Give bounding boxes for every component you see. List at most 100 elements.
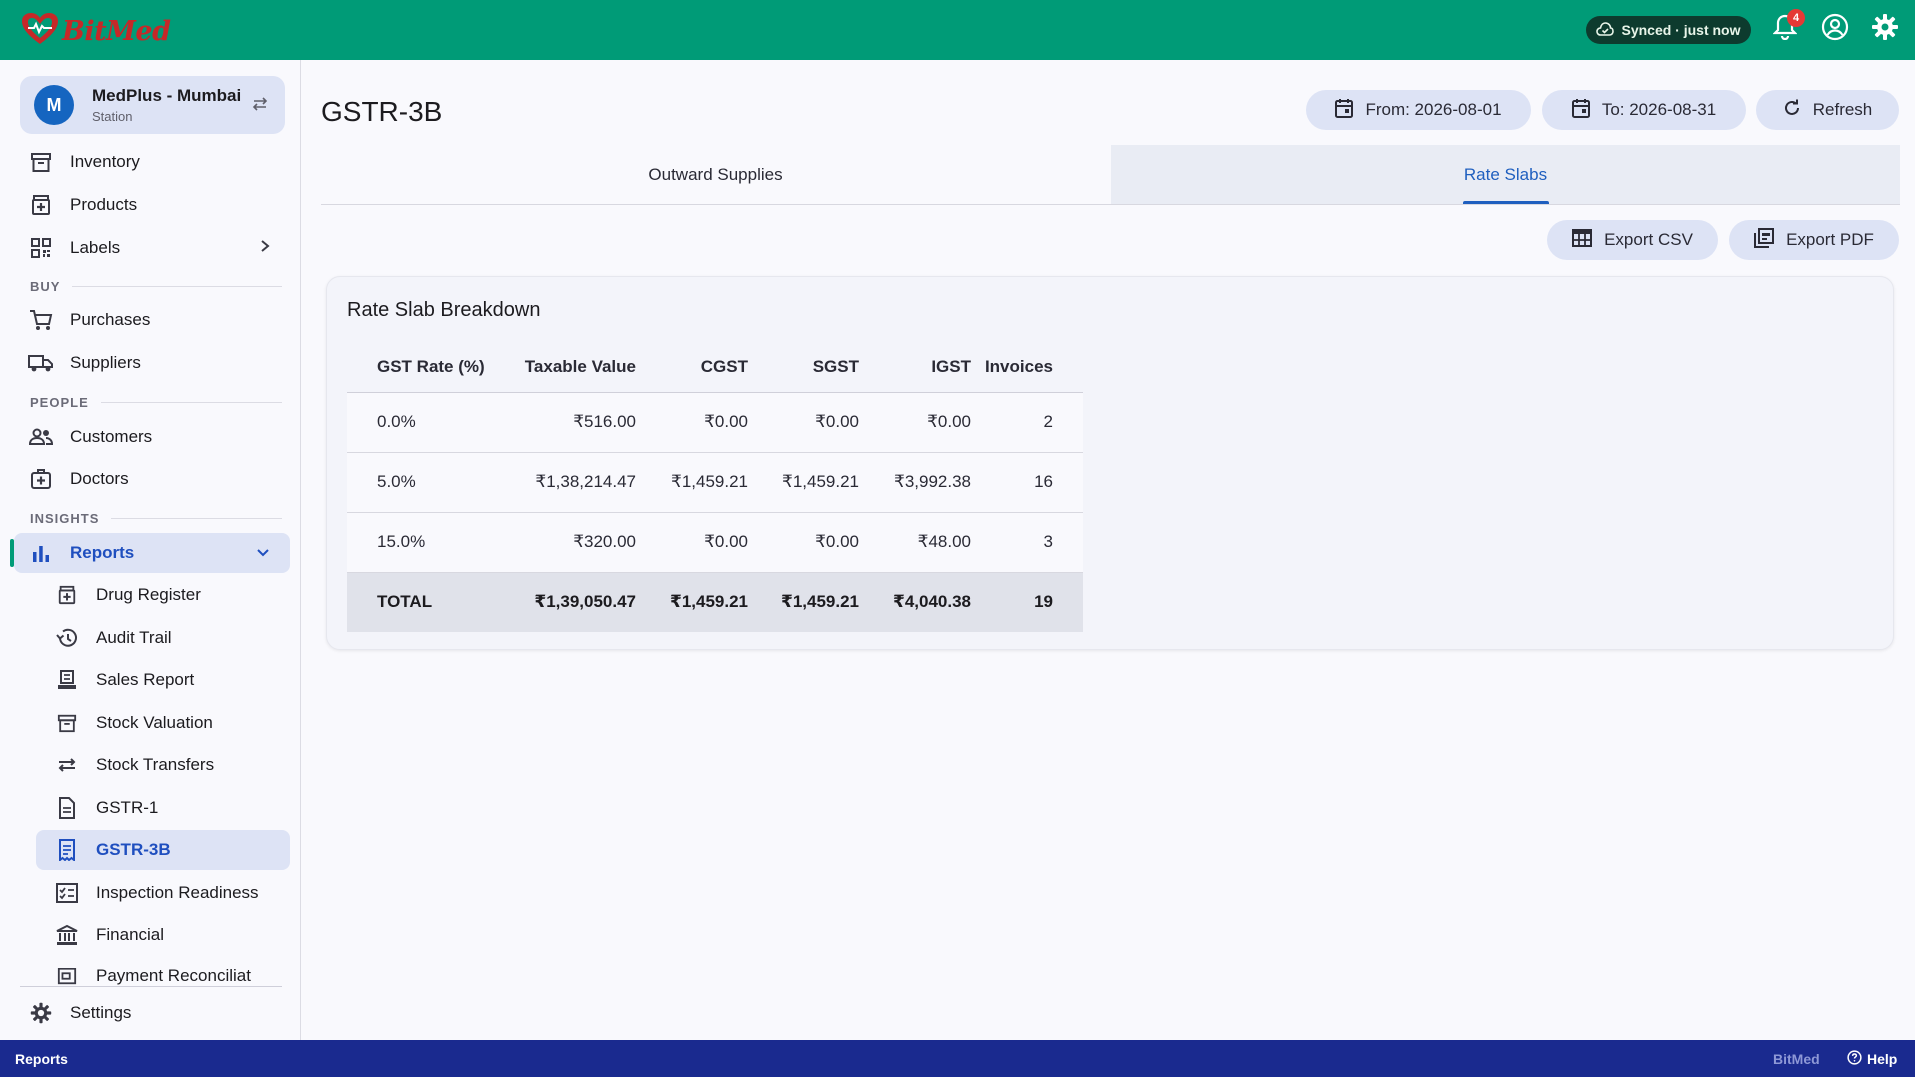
bank-icon [54, 922, 80, 948]
column-header[interactable]: CGST [636, 342, 748, 393]
sync-status-text: Synced · just now [1621, 22, 1741, 38]
app-name: BitMed [62, 16, 171, 47]
app-logo[interactable]: BitMed [20, 12, 171, 51]
rate-slab-card: Rate Slab Breakdown GST Rate (%) Taxable… [326, 276, 1894, 650]
status-footer: Reports BitMed Help [0, 1040, 1915, 1077]
sidebar-item-labels[interactable]: Labels [20, 228, 290, 268]
sidebar-item-label: Products [70, 195, 138, 214]
sidebar-item-label: GSTR-3B [96, 840, 171, 859]
table-cell: ₹1,38,214.47 [498, 452, 636, 513]
sidebar-item-financial[interactable]: Financial [36, 915, 290, 955]
sidebar-item-label: Settings [70, 1003, 132, 1022]
column-header[interactable]: SGST [748, 342, 859, 393]
table-cell: ₹0.00 [748, 512, 859, 573]
sidebar-item-label: Stock Transfers [96, 755, 215, 774]
bar-chart-icon [28, 540, 54, 566]
table-cell: ₹1,459.21 [748, 572, 859, 632]
page-title: GSTR-3B [321, 96, 443, 127]
rate-slab-table: GST Rate (%) Taxable Value CGST SGST IGS… [347, 342, 1083, 632]
export-csv-button[interactable]: Export CSV [1547, 220, 1718, 260]
sidebar-item-inventory[interactable]: Inventory [20, 142, 290, 182]
sidebar-item-label: Stock Valuation [96, 713, 213, 732]
table-cell: ₹0.00 [636, 512, 748, 573]
export-pdf-button[interactable]: Export PDF [1729, 220, 1899, 260]
sidebar-item-customers[interactable]: Customers [20, 417, 290, 457]
table-cell: 0.0% [347, 392, 498, 453]
sidebar-item-audit-trail[interactable]: Audit Trail [36, 618, 290, 658]
table-cell: 5.0% [347, 452, 498, 513]
sidebar-item-gstr-3b[interactable]: GSTR-3B [36, 830, 290, 870]
sidebar-item-label: Inventory [70, 152, 140, 171]
gear-icon [1871, 13, 1899, 46]
sidebar-item-drug-register[interactable]: Drug Register [36, 575, 290, 615]
column-header[interactable]: Invoices [971, 342, 1083, 393]
section-header-buy: BUY [30, 279, 282, 294]
sidebar-item-purchases[interactable]: Purchases [20, 300, 290, 340]
refresh-button[interactable]: Refresh [1756, 90, 1899, 130]
sidebar-item-label: Reports [70, 543, 135, 562]
column-header[interactable]: Taxable Value [498, 342, 636, 393]
to-date-button[interactable]: To: 2026-08-31 [1542, 90, 1746, 130]
tab-outward-supplies[interactable]: Outward Supplies [321, 145, 1110, 204]
table-cell: ₹1,459.21 [748, 452, 859, 513]
archive-box-icon [28, 149, 54, 175]
table-cell: ₹0.00 [859, 392, 971, 453]
sidebar-item-label: Payment Reconciliat [96, 968, 251, 985]
sidebar-item-settings[interactable]: Settings [20, 993, 290, 1033]
swap-arrows-icon [54, 752, 80, 778]
calendar-icon [1335, 98, 1354, 123]
sidebar-item-label: Doctors [70, 469, 129, 488]
sidebar-item-suppliers[interactable]: Suppliers [20, 343, 290, 383]
table-cell: 2 [971, 392, 1083, 453]
from-date-button[interactable]: From: 2026-08-01 [1306, 90, 1531, 130]
people-icon [28, 424, 54, 450]
table-cell: ₹1,459.21 [636, 452, 748, 513]
sidebar-item-payment-reconciliation[interactable]: Payment Reconciliat [36, 968, 290, 985]
refresh-icon [1783, 99, 1801, 122]
station-avatar: M [34, 85, 74, 125]
sidebar-item-sales-report[interactable]: Sales Report [36, 660, 290, 700]
sidebar-item-label: Drug Register [96, 585, 201, 604]
column-header[interactable]: GST Rate (%) [347, 342, 498, 393]
table-cell: ₹48.00 [859, 512, 971, 573]
table-cell: ₹516.00 [498, 392, 636, 453]
table-cell: ₹1,459.21 [636, 572, 748, 632]
help-button[interactable]: Help [1847, 1049, 1897, 1068]
settings-top-button[interactable] [1870, 13, 1900, 46]
sidebar-item-products[interactable]: Products [20, 185, 290, 225]
footer-section-label: Reports [15, 1050, 68, 1067]
account-circle-icon [1821, 13, 1849, 46]
calendar-icon [1571, 98, 1590, 123]
card-title: Rate Slab Breakdown [347, 299, 541, 321]
sidebar-item-label: Suppliers [70, 353, 141, 372]
document-icon [54, 795, 80, 821]
sidebar-item-label: Audit Trail [96, 628, 172, 647]
station-switcher[interactable]: M MedPlus - Mumbai Station [20, 76, 285, 134]
sidebar-item-stock-transfers[interactable]: Stock Transfers [36, 745, 290, 785]
table-row: 15.0% ₹320.00 ₹0.00 ₹0.00 ₹48.00 3 [347, 512, 1083, 573]
station-name: MedPlus - Mumbai [92, 86, 242, 105]
sidebar-scroll-clip: Payment Reconciliat [0, 968, 300, 985]
sidebar-item-inspection-readiness[interactable]: Inspection Readiness [36, 873, 290, 913]
table-cell: ₹0.00 [748, 392, 859, 453]
sidebar-item-reports[interactable]: Reports [14, 533, 290, 573]
swap-horiz-icon [251, 96, 269, 117]
table-icon [1572, 228, 1593, 252]
notifications-button[interactable]: 4 [1770, 9, 1805, 44]
tab-rate-slabs[interactable]: Rate Slabs [1111, 145, 1900, 204]
receipt-long-icon [54, 837, 80, 863]
column-header[interactable]: IGST [859, 342, 971, 393]
section-header-people: PEOPLE [30, 395, 282, 410]
sidebar-item-label: Sales Report [96, 670, 195, 689]
station-role: Station [92, 109, 133, 124]
qr-code-icon [28, 235, 54, 261]
notification-count-badge: 4 [1787, 9, 1805, 27]
medical-box-icon [54, 582, 80, 608]
sidebar-item-stock-valuation[interactable]: Stock Valuation [36, 703, 290, 743]
report-tabs: Outward Supplies Rate Slabs [321, 145, 1900, 205]
sidebar-item-gstr-1[interactable]: GSTR-1 [36, 788, 290, 828]
account-button[interactable] [1820, 13, 1850, 46]
sidebar-divider [20, 986, 282, 987]
sync-status-badge[interactable]: Synced · just now [1586, 16, 1751, 44]
sidebar-item-doctors[interactable]: Doctors [20, 459, 290, 499]
